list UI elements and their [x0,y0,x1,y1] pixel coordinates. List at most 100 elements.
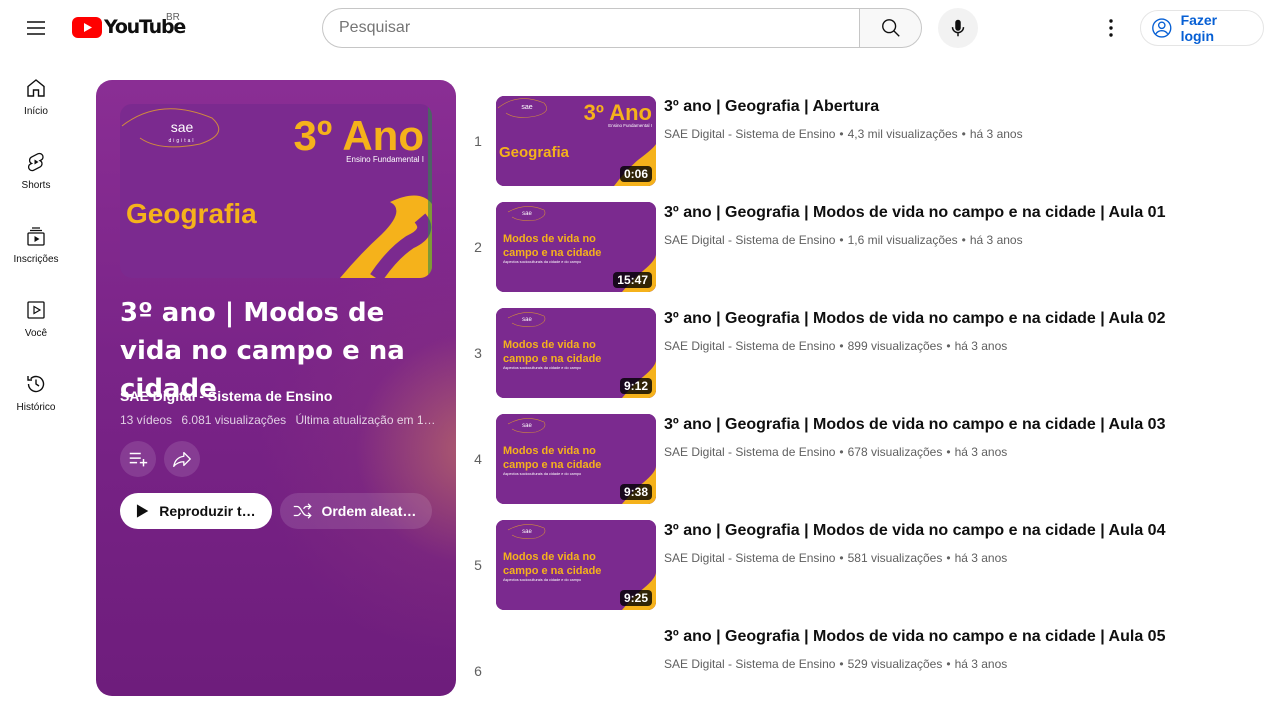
account-circle-icon [1152,18,1172,38]
video-title[interactable]: 3º ano | Geografia | Modos de vida no ca… [664,204,1264,222]
thumbnail-level: Ensino Fundamental I [608,123,652,128]
sidebar-item-label: Início [24,106,48,117]
video-channel[interactable]: SAE Digital - Sistema de Ensino [664,233,835,247]
sae-logo-text: sae [522,317,532,323]
masthead: YouTube BR Fazer login [0,0,1280,56]
playlist-header-panel: sae digital 3º Ano Ensino Fundamental I … [96,80,456,696]
youtube-play-logo-icon [72,16,102,38]
video-thumbnail[interactable]: sae Modos de vida no campo e na cidade A… [496,414,656,504]
share-button[interactable] [164,441,200,477]
shuffle-label: Ordem aleató... [321,503,420,519]
video-age: há 3 anos [954,657,1008,671]
sae-logo-subtext: digital [168,138,195,144]
voice-search-button[interactable] [938,8,978,48]
video-channel[interactable]: SAE Digital - Sistema de Ensino [664,445,835,459]
video-title[interactable]: 3º ano | Geografia | Modos de vida no ca… [664,310,1264,328]
video-thumbnail[interactable]: sae Modos de vida no campo e na cidade A… [496,520,656,610]
playlist-channel-link[interactable]: SAE Digital - Sistema de Ensino [120,388,332,404]
video-index: 6 [474,663,482,679]
video-views: 1,6 mil visualizações [847,233,958,247]
video-thumbnail[interactable]: sae Modos de vida no campo e na cidade A… [496,202,656,292]
video-views: 899 visualizações [847,339,943,353]
play-all-label: Reproduzir tu... [159,503,256,519]
video-duration: 9:25 [619,590,652,606]
sign-in-label: Fazer login [1180,12,1218,44]
video-index: 1 [474,133,482,149]
sae-logo-text: sae [522,211,532,217]
search-icon [881,19,900,37]
video-channel[interactable]: SAE Digital - Sistema de Ensino [664,657,835,671]
video-duration: 9:38 [619,484,652,500]
thumbnail-topic-line2: campo e na cidade [503,353,601,365]
search-bar [322,8,922,48]
video-views: 4,3 mil visualizações [847,127,958,141]
video-duration: 0:06 [619,166,652,182]
video-index: 3 [474,345,482,361]
playlist-thumbnail-image: sae digital 3º Ano Ensino Fundamental I … [120,104,432,278]
thumbnail-subject: Geografia [126,198,257,229]
subscriptions-icon [27,227,45,246]
last-updated: Última atualização em 1... [295,413,434,427]
video-duration: 9:12 [619,378,652,394]
settings-menu-button[interactable] [1091,8,1131,48]
sidebar-item-you[interactable]: Você [4,282,68,356]
thumbnail-topic-sub: Aspectos socioculturais da cidade e do c… [503,578,581,582]
thumbnail-topic-line2: campo e na cidade [503,459,601,471]
hamburger-icon [27,21,45,35]
sidebar-item-label: Inscrições [13,254,59,265]
video-title[interactable]: 3º ano | Geografia | Abertura [664,98,1264,116]
playlist-video-item[interactable]: 5 sae Modos de vida no campo e na cidade… [464,516,1264,622]
video-age: há 3 anos [954,445,1008,459]
playlist-video-item[interactable]: 4 sae Modos de vida no campo e na cidade… [464,410,1264,516]
shuffle-button[interactable]: Ordem aleató... [280,493,432,529]
you-icon [27,301,45,319]
shorts-icon [27,152,44,172]
thumbnail-grade: 3º Ano [584,100,652,125]
search-button[interactable] [859,8,922,48]
video-thumbnail[interactable]: sae Modos de vida no campo e na cidade A… [496,308,656,398]
country-code: BR [166,12,180,23]
menu-button[interactable] [16,8,56,48]
view-count: 6.081 visualizações [181,413,287,427]
thumbnail-grade: 3º Ano [294,112,424,159]
save-playlist-button[interactable] [120,441,156,477]
playlist-video-item[interactable]: 2 sae Modos de vida no campo e na cidade… [464,198,1264,304]
thumbnail-topic-line2: campo e na cidade [503,565,601,577]
video-channel[interactable]: SAE Digital - Sistema de Ensino [664,127,835,141]
thumbnail-level: Ensino Fundamental I [346,155,424,164]
video-thumbnail[interactable] [496,626,656,716]
search-input[interactable] [322,8,859,48]
playlist-video-item[interactable]: 1 sae 3º Ano Ensino Fundamental I Geogra… [464,92,1264,198]
video-channel[interactable]: SAE Digital - Sistema de Ensino [664,551,835,565]
sidebar-item-shorts[interactable]: Shorts [4,134,68,208]
thumbnail-topic-sub: Aspectos socioculturais da cidade e do c… [503,260,581,264]
youtube-logo[interactable]: YouTube BR [72,12,186,38]
sidebar-item-home[interactable]: Início [4,60,68,134]
playlist-video-item[interactable]: 6 3º ano | Geografia | Modos de vida no … [464,622,1264,728]
sign-in-button[interactable]: Fazer login [1140,10,1264,46]
video-channel[interactable]: SAE Digital - Sistema de Ensino [664,339,835,353]
playlist-thumbnail[interactable]: sae digital 3º Ano Ensino Fundamental I … [120,104,432,278]
video-meta: SAE Digital - Sistema de Ensino • 581 visu… [664,551,1008,565]
play-all-button[interactable]: Reproduzir tu... [120,493,272,529]
video-meta: SAE Digital - Sistema de Ensino • 1,6 mil … [664,233,1023,247]
video-age: há 3 anos [954,551,1008,565]
video-meta: SAE Digital - Sistema de Ensino • 529 visu… [664,657,1008,671]
video-title[interactable]: 3º ano | Geografia | Modos de vida no ca… [664,416,1264,434]
playlist-video-item[interactable]: 3 sae Modos de vida no campo e na cidade… [464,304,1264,410]
more-vertical-icon [1109,19,1113,37]
thumbnail-topic-line2: campo e na cidade [503,247,601,259]
thumbnail-topic-line1: Modos de vida no [503,233,596,245]
home-icon [27,79,45,97]
thumbnail-topic-line1: Modos de vida no [503,339,596,351]
share-icon [173,451,191,467]
sidebar-item-subscriptions[interactable]: Inscrições [4,208,68,282]
video-title[interactable]: 3º ano | Geografia | Modos de vida no ca… [664,522,1264,540]
video-thumbnail[interactable]: sae 3º Ano Ensino Fundamental I Geografi… [496,96,656,186]
video-index: 4 [474,451,482,467]
video-title[interactable]: 3º ano | Geografia | Modos de vida no ca… [664,628,1264,646]
sidebar-item-history[interactable]: Histórico [4,356,68,430]
thumbnail-topic-sub: Aspectos socioculturais da cidade e do c… [503,366,581,370]
video-meta: SAE Digital - Sistema de Ensino • 4,3 mil … [664,127,1023,141]
video-age: há 3 anos [969,233,1023,247]
